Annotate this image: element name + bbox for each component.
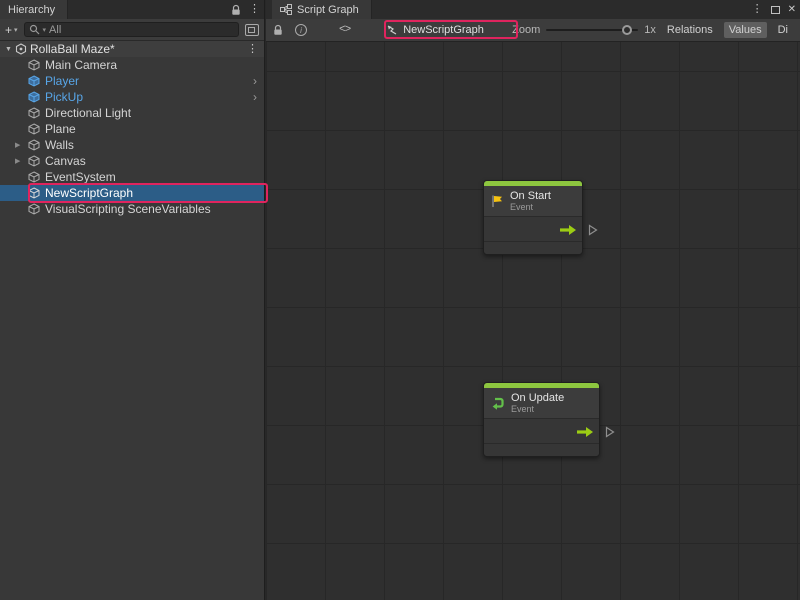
prefab-cube-icon bbox=[28, 91, 40, 103]
connection-target-icon[interactable] bbox=[588, 224, 598, 236]
output-port-arrow-icon[interactable] bbox=[577, 427, 593, 437]
gameobject-cube-icon bbox=[28, 155, 40, 167]
flag-icon bbox=[490, 194, 504, 208]
zoom-value: 1x bbox=[644, 24, 656, 36]
script-graph-panel: Script Graph ⋮ ✕ i <> NewScriptGraph Zoo… bbox=[266, 0, 800, 600]
gameobject-cube-icon bbox=[28, 171, 40, 183]
code-preview-icon[interactable]: <> bbox=[339, 24, 350, 36]
window-menu-icon[interactable]: ⋮ bbox=[752, 4, 763, 15]
zoom-label: Zoom bbox=[512, 24, 540, 36]
hierarchy-tabstrip: Hierarchy ⋮ bbox=[0, 0, 264, 19]
add-object-button[interactable]: +▾ bbox=[5, 23, 18, 37]
scene-menu-icon[interactable]: ⋮ bbox=[247, 44, 258, 55]
hierarchy-panel: Hierarchy ⋮ +▾ ▾ All ▼ bbox=[0, 0, 265, 600]
relations-button[interactable]: Relations bbox=[662, 22, 718, 38]
scene-name: RollaBall Maze* bbox=[30, 42, 115, 56]
node-port-row bbox=[484, 419, 599, 444]
info-icon[interactable]: i bbox=[295, 24, 307, 36]
unity-editor: Hierarchy ⋮ +▾ ▾ All ▼ bbox=[0, 0, 800, 600]
item-label: PickUp bbox=[45, 90, 83, 104]
unity-scene-icon bbox=[15, 43, 27, 55]
hierarchy-item-player[interactable]: Player › bbox=[0, 73, 264, 89]
gameobject-cube-icon bbox=[28, 107, 40, 119]
lock-icon[interactable] bbox=[273, 24, 283, 36]
tab-script-graph[interactable]: Script Graph bbox=[272, 0, 372, 19]
prefab-open-chevron-icon[interactable]: › bbox=[253, 74, 257, 88]
script-graph-asset-icon bbox=[386, 24, 398, 36]
graph-asset-name: NewScriptGraph bbox=[403, 24, 484, 36]
hierarchy-item-newscriptgraph[interactable]: NewScriptGraph bbox=[0, 185, 264, 201]
prefab-cube-icon bbox=[28, 75, 40, 87]
search-icon bbox=[29, 24, 40, 35]
zoom-slider[interactable] bbox=[546, 29, 638, 31]
search-placeholder: All bbox=[49, 24, 61, 36]
connection-target-icon[interactable] bbox=[605, 426, 615, 438]
hierarchy-item-visualscripting-scenevariables[interactable]: VisualScripting SceneVariables bbox=[0, 201, 264, 217]
item-label: Plane bbox=[45, 122, 76, 136]
gameobject-cube-icon bbox=[28, 203, 40, 215]
graph-tabstrip: Script Graph ⋮ ✕ bbox=[266, 0, 800, 19]
scene-row[interactable]: ▼ RollaBall Maze* ⋮ bbox=[0, 41, 264, 57]
item-label: Player bbox=[45, 74, 79, 88]
prefab-open-chevron-icon[interactable]: › bbox=[253, 90, 257, 104]
item-label: NewScriptGraph bbox=[45, 186, 133, 200]
foldout-icon[interactable]: ▶ bbox=[15, 157, 20, 165]
maximize-icon[interactable] bbox=[771, 6, 780, 14]
graph-toolbar: i <> NewScriptGraph Zoom 1x Relations Va… bbox=[266, 19, 800, 42]
graph-tab-label: Script Graph bbox=[297, 4, 359, 16]
search-filter-caret-icon: ▾ bbox=[43, 26, 47, 34]
hierarchy-menu-icon[interactable]: ⋮ bbox=[249, 4, 260, 15]
node-on-update[interactable]: On Update Event bbox=[483, 382, 600, 457]
chevron-down-icon: ▾ bbox=[14, 26, 18, 34]
dim-button[interactable]: Di bbox=[773, 22, 793, 38]
node-header[interactable]: On Update Event bbox=[484, 388, 599, 419]
hierarchy-tab-label: Hierarchy bbox=[8, 4, 55, 16]
hierarchy-tree: ▼ RollaBall Maze* ⋮ Main Camera Player ›… bbox=[0, 41, 264, 600]
node-subtitle: Event bbox=[511, 404, 564, 414]
graph-icon bbox=[280, 4, 292, 15]
output-port-arrow-icon[interactable] bbox=[560, 225, 576, 235]
hierarchy-item-main-camera[interactable]: Main Camera bbox=[0, 57, 264, 73]
gameobject-cube-icon bbox=[28, 187, 40, 199]
node-header[interactable]: On Start Event bbox=[484, 186, 582, 217]
node-title: On Start bbox=[510, 190, 551, 202]
item-label: Main Camera bbox=[45, 58, 117, 72]
search-window-icon[interactable] bbox=[245, 24, 259, 36]
plus-icon: + bbox=[5, 23, 12, 37]
hierarchy-item-directional-light[interactable]: Directional Light bbox=[0, 105, 264, 121]
gameobject-cube-icon bbox=[28, 123, 40, 135]
node-footer bbox=[484, 242, 582, 254]
node-port-row bbox=[484, 217, 582, 242]
hierarchy-item-plane[interactable]: Plane bbox=[0, 121, 264, 137]
close-icon[interactable]: ✕ bbox=[788, 4, 796, 15]
item-label: VisualScripting SceneVariables bbox=[45, 202, 211, 216]
item-label: Walls bbox=[45, 138, 74, 152]
scene-foldout-icon[interactable]: ▼ bbox=[5, 46, 12, 53]
node-title: On Update bbox=[511, 392, 564, 404]
lock-icon[interactable] bbox=[231, 4, 241, 16]
node-on-start[interactable]: On Start Event bbox=[483, 180, 583, 255]
hierarchy-item-eventsystem[interactable]: EventSystem bbox=[0, 169, 264, 185]
graph-asset-button[interactable]: NewScriptGraph bbox=[386, 24, 484, 36]
hierarchy-item-pickup[interactable]: PickUp › bbox=[0, 89, 264, 105]
item-label: EventSystem bbox=[45, 170, 116, 184]
hierarchy-toolbar: +▾ ▾ All bbox=[0, 19, 264, 41]
hierarchy-item-walls[interactable]: ▶ Walls bbox=[0, 137, 264, 153]
gameobject-cube-icon bbox=[28, 139, 40, 151]
node-footer bbox=[484, 444, 599, 456]
hierarchy-item-canvas[interactable]: ▶ Canvas bbox=[0, 153, 264, 169]
item-label: Directional Light bbox=[45, 106, 131, 120]
graph-canvas[interactable]: On Start Event bbox=[266, 42, 800, 600]
node-subtitle: Event bbox=[510, 202, 551, 212]
zoom-slider-thumb[interactable] bbox=[622, 25, 632, 35]
values-button[interactable]: Values bbox=[724, 22, 767, 38]
item-label: Canvas bbox=[45, 154, 86, 168]
tab-hierarchy[interactable]: Hierarchy bbox=[0, 0, 68, 19]
loop-icon bbox=[490, 396, 505, 410]
search-input[interactable]: ▾ All bbox=[24, 22, 239, 37]
foldout-icon[interactable]: ▶ bbox=[15, 141, 20, 149]
gameobject-cube-icon bbox=[28, 59, 40, 71]
